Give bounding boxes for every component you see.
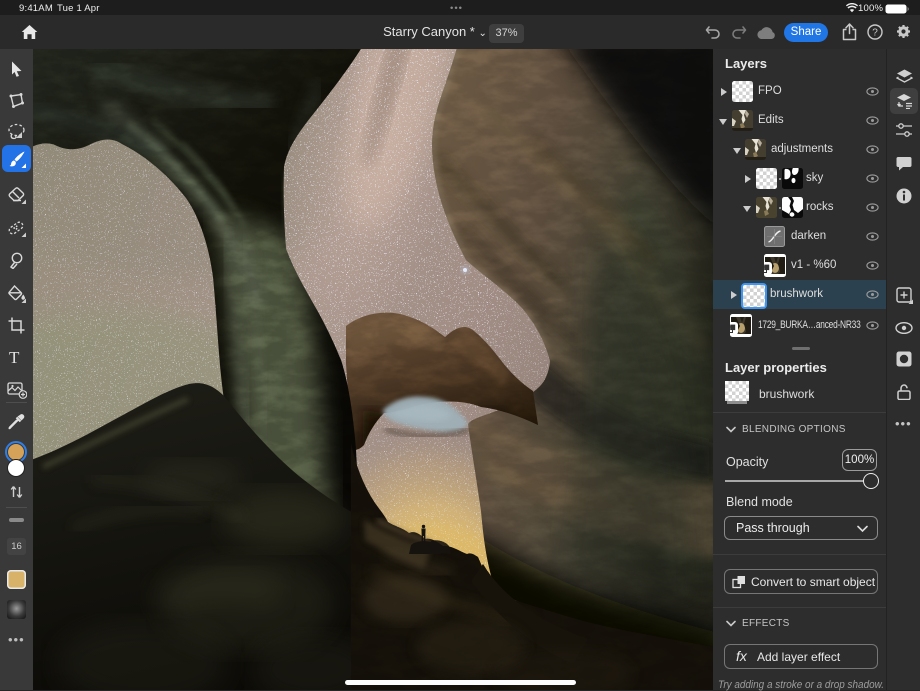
svg-text:?: ? xyxy=(872,28,878,39)
